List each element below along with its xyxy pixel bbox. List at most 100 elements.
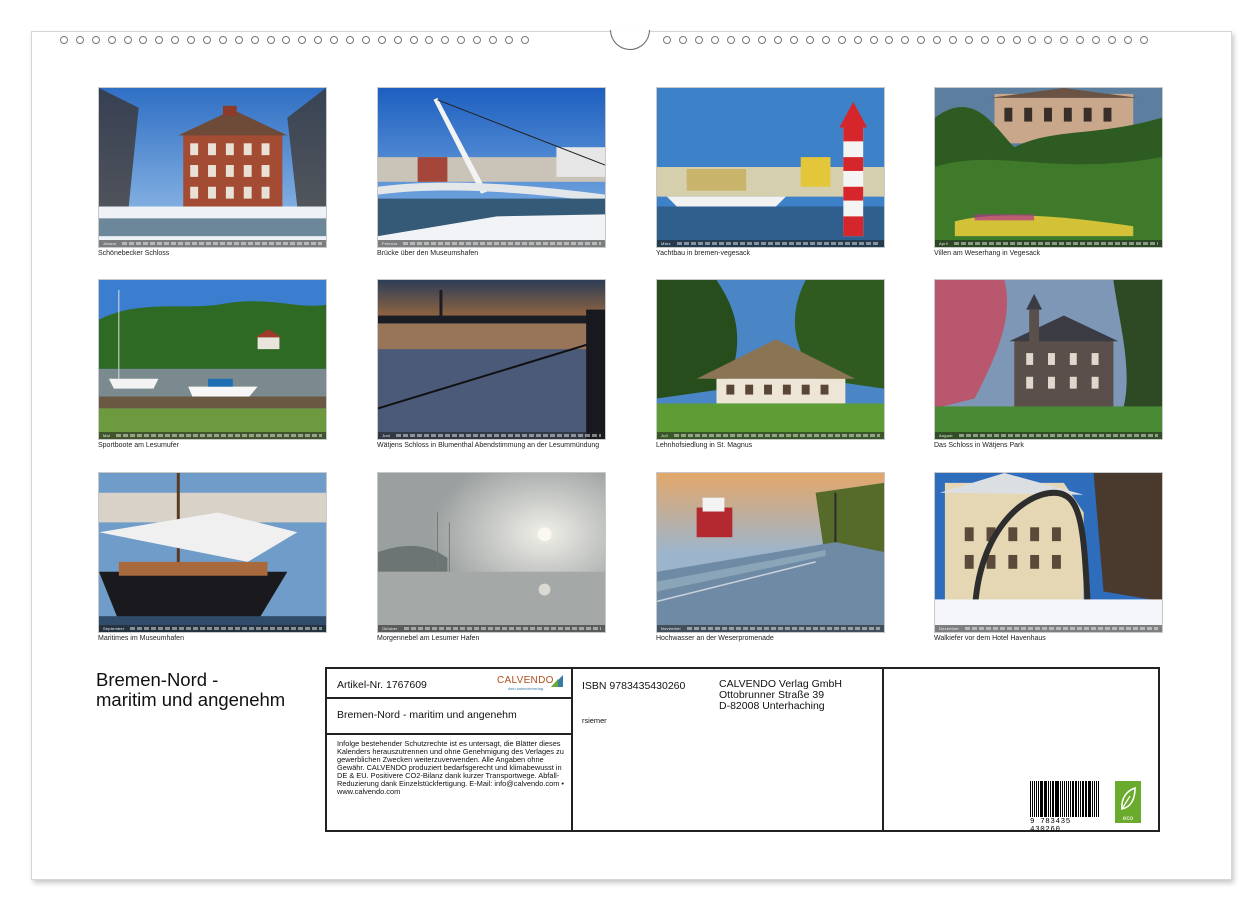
barcode-bars <box>1030 781 1100 817</box>
month-strip: Juni <box>378 432 605 439</box>
month-strip: April <box>935 240 1162 247</box>
calendar-title-line1: Bremen-Nord - <box>96 669 219 690</box>
photo-card: Juni Wätjens Schloss in Blumenthal Abend… <box>377 279 606 450</box>
binding-hole <box>266 36 275 44</box>
barcode-bar <box>1081 781 1084 817</box>
barcode-bar <box>1031 781 1033 817</box>
photo-lighthouse-yacht: März <box>656 87 885 248</box>
month-label: September <box>103 626 125 631</box>
binding-hole <box>1076 36 1085 44</box>
photo-card: Januar Schönebecker Schloss <box>98 87 327 258</box>
binding-hole <box>694 36 703 44</box>
barcode-bar <box>1063 781 1066 817</box>
photo-card: Dezember Walkiefer vor dem Hotel Havenha… <box>934 472 1163 643</box>
photo-caption: Lehnhofsiedlung in St. Magnus <box>656 442 753 449</box>
binding-hole <box>790 36 799 44</box>
article-number: Artikel-Nr. 1767609 <box>337 679 427 691</box>
photo-caption: Maritimes im Museumhafen <box>98 635 184 642</box>
binding-hole <box>298 36 307 44</box>
photo-card: September Maritimes im Museumhafen <box>98 472 327 643</box>
binding-hole <box>425 36 434 44</box>
binding-hole <box>393 36 402 44</box>
binding-holes-left <box>60 34 537 46</box>
barcode-bar <box>1056 781 1059 817</box>
barcode-bar <box>1071 781 1075 817</box>
barcode-bar <box>1079 781 1081 817</box>
binding-holes-right <box>663 34 1156 46</box>
binding-hole <box>885 36 894 44</box>
calendar-title-line2: maritim und angenehm <box>96 689 286 710</box>
binding-hole <box>1012 36 1021 44</box>
isbn: ISBN 9783435430260 <box>582 680 686 692</box>
photo-sunset-river: Juni <box>377 279 606 440</box>
legal-notice: Infolge bestehender Schutzrechte ist es … <box>337 739 564 796</box>
photo-caption: Das Schloss in Wätjens Park <box>934 442 1024 449</box>
barcode-bar <box>1051 781 1054 817</box>
binding-hole <box>1092 36 1101 44</box>
binding-hole <box>473 36 482 44</box>
binding-hole <box>520 36 529 44</box>
barcode-bar <box>1030 781 1031 817</box>
barcode-bar <box>1036 781 1038 817</box>
barcode-bar <box>1096 781 1098 817</box>
photo-caption: Brücke über den Museumshafen <box>377 250 479 257</box>
eco-badge-icon: eco <box>1115 781 1141 823</box>
month-label: November <box>661 626 682 631</box>
photo-caption: Schönebecker Schloss <box>98 250 170 257</box>
month-strip: August <box>935 432 1162 439</box>
month-strip: Februar <box>378 240 605 247</box>
binding-hole <box>901 36 910 44</box>
binding-hole <box>996 36 1005 44</box>
eco-label: eco <box>1123 815 1134 822</box>
product-title: Bremen-Nord - maritim und angenehm <box>337 709 517 721</box>
photo-villa-garden: April <box>934 87 1163 248</box>
binding-hole <box>742 36 751 44</box>
binding-hole <box>710 36 719 44</box>
month-label: Juli <box>661 433 668 438</box>
month-strip: September <box>99 625 326 632</box>
calvendo-logo: CALVENDO <box>497 675 554 686</box>
month-strip: November <box>657 625 884 632</box>
barcode-bar <box>1050 781 1051 817</box>
binding-hole <box>155 36 164 44</box>
photo-card: Mai Sportboote am Lesumufer <box>98 279 327 450</box>
photo-caption: Wätjens Schloss in Blumenthal Abendstimm… <box>377 442 600 449</box>
photo-caption: Villen am Weserhang in Vegesack <box>934 250 1040 257</box>
photo-thatched-house: Juli <box>656 279 885 440</box>
photo-flood-promenade: November <box>656 472 885 633</box>
binding-hole <box>678 36 687 44</box>
month-strip: März <box>657 240 884 247</box>
binding-hole <box>837 36 846 44</box>
calvendo-logo-icon <box>551 675 563 687</box>
month-strip: Oktober <box>378 625 605 632</box>
binding-hole <box>1044 36 1053 44</box>
binding-hole <box>758 36 767 44</box>
isbn-barcode: 9 783435 430260 <box>1030 781 1100 834</box>
month-strip: Januar <box>99 240 326 247</box>
binding-hole <box>250 36 259 44</box>
binding-hole <box>377 36 386 44</box>
barcode-bar <box>1043 781 1045 817</box>
binding-hole <box>457 36 466 44</box>
binding-hole <box>821 36 830 44</box>
binding-hole <box>806 36 815 44</box>
barcode-bar <box>1084 781 1086 817</box>
calvendo-logo-subtitle: dein kalenderverlag <box>508 686 543 691</box>
product-info-table: Artikel-Nr. 1767609 CALVENDO dein kalend… <box>325 667 1160 834</box>
barcode-bar <box>1040 781 1043 817</box>
binding-hole <box>726 36 735 44</box>
binding-hole <box>282 36 291 44</box>
photo-card: Februar Brücke über den Museumshafen <box>377 87 606 258</box>
binding-hole <box>330 36 339 44</box>
photo-fog-harbor: Oktober <box>377 472 606 633</box>
binding-hole <box>409 36 418 44</box>
month-label: Januar <box>103 241 117 246</box>
photo-card: November Hochwasser an der Weserpromenad… <box>656 472 885 643</box>
binding-hole <box>187 36 196 44</box>
photo-caption: Yachtbau in bremen-vegesack <box>656 250 751 257</box>
month-label: Juni <box>382 433 391 438</box>
month-label: Oktober <box>382 626 398 631</box>
barcode-bar <box>1061 781 1063 817</box>
photo-card: Juli Lehnhofsiedlung in St. Magnus <box>656 279 885 450</box>
month-label: Februar <box>382 241 398 246</box>
